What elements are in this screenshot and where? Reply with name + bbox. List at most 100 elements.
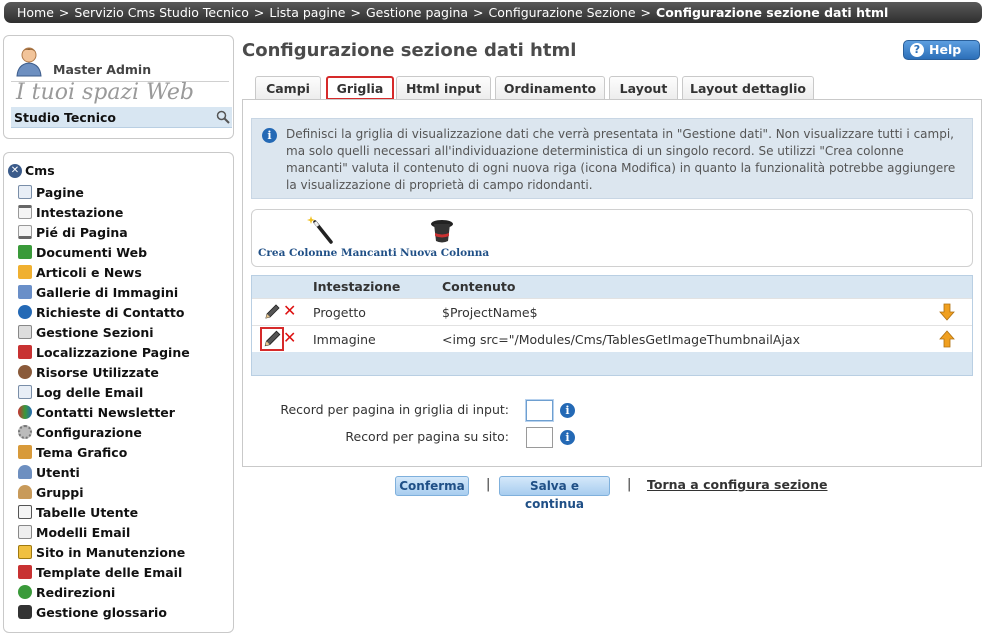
space-selector[interactable]: Studio Tecnico xyxy=(11,107,232,128)
sidebar-item-label: Tema Grafico xyxy=(36,444,128,460)
new-column-label: Nuova Colonna xyxy=(400,247,490,259)
breadcrumb-separator: > xyxy=(350,5,361,20)
sidebar-item-intestazione[interactable]: Intestazione xyxy=(18,202,190,222)
sidebar-item-label: Tabelle Utente xyxy=(36,504,139,520)
sidebar-item-utenti[interactable]: Utenti xyxy=(18,462,190,482)
sidebar-item-label: Redirezioni xyxy=(36,584,116,600)
tab-ordinamento[interactable]: Ordinamento xyxy=(495,76,605,100)
arrow-up-icon[interactable] xyxy=(938,330,956,348)
breadcrumb-page-management[interactable]: Gestione pagina xyxy=(366,5,468,20)
news-icon xyxy=(18,265,32,279)
sidebar-item-label: Utenti xyxy=(36,464,80,480)
arrow-down-icon[interactable] xyxy=(938,303,956,321)
sidebar-item-manutenzione[interactable]: Sito in Manutenzione xyxy=(18,542,190,562)
info-icon: i xyxy=(262,128,277,143)
grid-footer xyxy=(252,352,972,375)
sidebar-item-label: Sito in Manutenzione xyxy=(36,544,186,560)
page-icon xyxy=(18,185,32,199)
main-panel: i Definisci la griglia di visualizzazion… xyxy=(242,99,982,467)
column-header-contenuto: Contenuto xyxy=(442,279,516,294)
localization-icon xyxy=(18,345,32,359)
pencil-icon[interactable] xyxy=(263,303,281,321)
sidebar-item-gestione-sezioni[interactable]: Gestione Sezioni xyxy=(18,322,190,342)
tab-label: Html input xyxy=(405,81,482,96)
sidebar-item-template-email[interactable]: Template delle Email xyxy=(18,562,190,582)
sidebar-item-label: Intestazione xyxy=(36,204,124,220)
sidebar-item-label: Gallerie di Immagini xyxy=(36,284,179,300)
glossary-icon xyxy=(18,605,32,619)
breadcrumb-separator: > xyxy=(640,5,652,20)
breadcrumb-page-list[interactable]: Lista pagine xyxy=(269,5,345,20)
menu-root-label: Cms xyxy=(25,163,55,178)
sidebar-item-label: Configurazione xyxy=(36,424,142,440)
save-continue-button[interactable]: Salva e continua xyxy=(499,476,610,511)
info-icon[interactable]: i xyxy=(560,430,575,445)
breadcrumb-section-config[interactable]: Configurazione Sezione xyxy=(489,5,636,20)
tab-html-input[interactable]: Html input xyxy=(396,76,491,100)
sidebar-item-label: Gestione glossario xyxy=(36,604,167,620)
resources-icon xyxy=(18,365,32,379)
sidebar-item-label: Pagine xyxy=(36,184,84,200)
sidebar-item-documenti-web[interactable]: Documenti Web xyxy=(18,242,190,262)
records-input-field[interactable] xyxy=(526,400,553,421)
info-text: Definisci la griglia di visualizzazione … xyxy=(286,127,956,192)
sidebar-item-gallerie[interactable]: Gallerie di Immagini xyxy=(18,282,190,302)
table-row: ✕ Immagine <img src="/Modules/Cms/Tables… xyxy=(252,325,972,352)
breadcrumb-separator: > xyxy=(58,5,70,20)
cell-intestazione: Progetto xyxy=(313,305,366,320)
sidebar-item-glossario[interactable]: Gestione glossario xyxy=(18,602,190,622)
records-input-label: Record per pagina in griglia di input: xyxy=(280,402,509,417)
records-site-label: Record per pagina su sito: xyxy=(345,429,509,444)
magic-wand-icon xyxy=(307,216,333,244)
theme-icon xyxy=(18,445,32,459)
sidebar-item-configurazione[interactable]: Configurazione xyxy=(18,422,190,442)
sidebar-item-gruppi[interactable]: Gruppi xyxy=(18,482,190,502)
maintenance-icon xyxy=(18,545,32,559)
sidebar-item-localizzazione[interactable]: Localizzazione Pagine xyxy=(18,342,190,362)
menu-root-cms[interactable]: ✕ Cms xyxy=(8,163,55,178)
sidebar-item-redirezioni[interactable]: Redirezioni xyxy=(18,582,190,602)
separator: | xyxy=(627,477,632,492)
sidebar-item-label: Localizzazione Pagine xyxy=(36,344,190,360)
delete-icon[interactable]: ✕ xyxy=(283,303,297,321)
sidebar-item-newsletter[interactable]: Contatti Newsletter xyxy=(18,402,190,422)
contact-request-icon xyxy=(18,305,32,319)
breadcrumb-separator: > xyxy=(473,5,484,20)
user-name: Master Admin xyxy=(53,62,152,77)
tab-griglia[interactable]: Griglia xyxy=(326,76,394,100)
sidebar-item-tabelle-utente[interactable]: Tabelle Utente xyxy=(18,502,190,522)
sidebar-item-articoli-news[interactable]: Articoli e News xyxy=(18,262,190,282)
breadcrumb-service[interactable]: Servizio Cms Studio Tecnico xyxy=(74,5,248,20)
sidebar-item-label: Risorse Utilizzate xyxy=(36,364,159,380)
tab-layout[interactable]: Layout xyxy=(609,76,678,100)
search-icon[interactable] xyxy=(216,110,230,124)
new-column-button[interactable]: Nuova Colonna xyxy=(400,210,490,268)
email-log-icon xyxy=(18,385,32,399)
tab-campi[interactable]: Campi xyxy=(255,76,321,100)
toolbar: Crea Colonne Mancanti Nuova Colonna xyxy=(251,209,973,267)
info-icon[interactable]: i xyxy=(560,403,575,418)
sidebar-item-modelli-email[interactable]: Modelli Email xyxy=(18,522,190,542)
delete-icon[interactable]: ✕ xyxy=(283,330,297,348)
breadcrumb-home[interactable]: Home xyxy=(17,5,54,20)
sidebar-item-label: Richieste di Contatto xyxy=(36,304,185,320)
space-selector-label: Studio Tecnico xyxy=(14,110,116,125)
grid-header: Intestazione Contenuto xyxy=(252,276,972,298)
confirm-button[interactable]: Conferma xyxy=(395,476,469,496)
records-site-field[interactable] xyxy=(526,427,553,448)
sidebar-item-label: Documenti Web xyxy=(36,244,148,260)
sidebar-item-log-email[interactable]: Log delle Email xyxy=(18,382,190,402)
sidebar-item-pie-di-pagina[interactable]: Pié di Pagina xyxy=(18,222,190,242)
help-button[interactable]: ? Help xyxy=(903,40,980,60)
sidebar-item-label: Gestione Sezioni xyxy=(36,324,154,340)
pencil-icon[interactable] xyxy=(260,327,284,351)
breadcrumb: Home > Servizio Cms Studio Tecnico > Lista p… xyxy=(4,2,982,23)
back-to-section-link[interactable]: Torna a configura sezione xyxy=(647,477,828,492)
sidebar-item-pagine[interactable]: Pagine xyxy=(18,182,190,202)
create-missing-columns-button[interactable]: Crea Colonne Mancanti xyxy=(258,210,397,268)
sidebar-item-richieste-contatto[interactable]: Richieste di Contatto xyxy=(18,302,190,322)
sidebar-item-risorse[interactable]: Risorse Utilizzate xyxy=(18,362,190,382)
tab-label: Layout xyxy=(619,81,668,96)
sidebar-item-tema-grafico[interactable]: Tema Grafico xyxy=(18,442,190,462)
tab-layout-dettaglio[interactable]: Layout dettaglio xyxy=(682,76,814,100)
